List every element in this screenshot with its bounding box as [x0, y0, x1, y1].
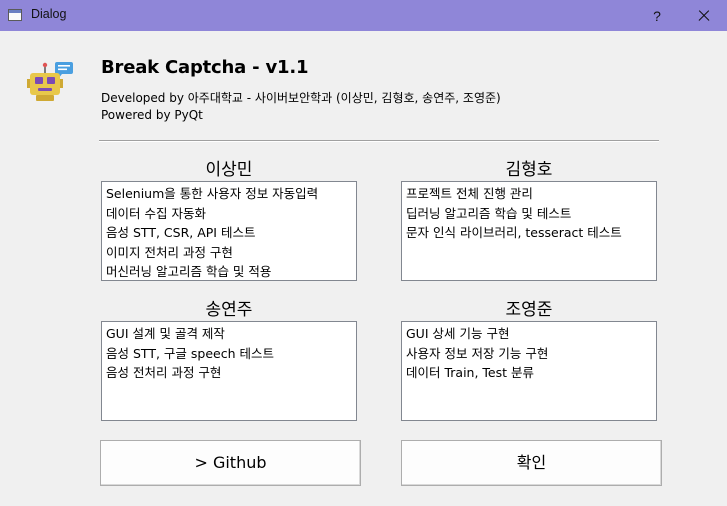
confirm-button[interactable]: 확인: [401, 440, 662, 486]
list-item[interactable]: 음성 전처리 과정 구현: [106, 363, 352, 383]
list-item[interactable]: 딥러닝 알고리즘 학습 및 테스트: [406, 204, 652, 224]
list-item[interactable]: 데이터 Train, Test 분류: [406, 363, 652, 383]
list-item[interactable]: GUI 설계 및 골격 제작: [106, 324, 352, 344]
github-button[interactable]: > Github: [100, 440, 361, 486]
list-item[interactable]: 데이터 수집 자동화: [106, 204, 352, 224]
developer-credits: Developed by 아주대학교 - 사이버보안학과 (이상민, 김형호, …: [101, 91, 501, 105]
member-name-2: 김형호: [505, 160, 553, 180]
robot-chat-icon: [27, 62, 73, 101]
app-title: Break Captcha - v1.1: [101, 57, 309, 78]
window-title: Dialog: [31, 7, 67, 21]
title-bar: Dialog ?: [0, 0, 727, 31]
close-button[interactable]: [683, 2, 723, 29]
list-item[interactable]: 음성 STT, CSR, API 테스트: [106, 223, 352, 243]
member-task-list-3[interactable]: GUI 설계 및 골격 제작 음성 STT, 구글 speech 테스트 음성 …: [101, 321, 357, 421]
list-item[interactable]: GUI 상세 기능 구현: [406, 324, 652, 344]
member-name-1: 이상민: [205, 160, 253, 180]
list-item[interactable]: Selenium을 통한 사용자 정보 자동입력: [106, 184, 352, 204]
member-task-list-4[interactable]: GUI 상세 기능 구현 사용자 정보 저장 기능 구현 데이터 Train, …: [401, 321, 657, 421]
divider: [99, 140, 659, 142]
member-name-4: 조영준: [505, 300, 553, 320]
member-task-list-1[interactable]: Selenium을 통한 사용자 정보 자동입력 데이터 수집 자동화 음성 S…: [101, 181, 357, 281]
list-item[interactable]: 머신러닝 알고리즘 학습 및 적용: [106, 262, 352, 280]
list-item[interactable]: 프로젝트 전체 진행 관리: [406, 184, 652, 204]
list-item[interactable]: 문자 인식 라이브러리, tesseract 테스트: [406, 223, 652, 243]
window-icon: [8, 9, 22, 21]
member-task-list-2[interactable]: 프로젝트 전체 진행 관리 딥러닝 알고리즘 학습 및 테스트 문자 인식 라이…: [401, 181, 657, 281]
list-item[interactable]: 사용자 정보 저장 기능 구현: [406, 344, 652, 364]
list-item[interactable]: 음성 STT, 구글 speech 테스트: [106, 344, 352, 364]
help-button[interactable]: ?: [644, 4, 670, 28]
list-item[interactable]: 이미지 전처리 과정 구현: [106, 243, 352, 263]
member-name-3: 송연주: [205, 300, 253, 320]
powered-by-text: Powered by PyQt: [101, 108, 203, 122]
